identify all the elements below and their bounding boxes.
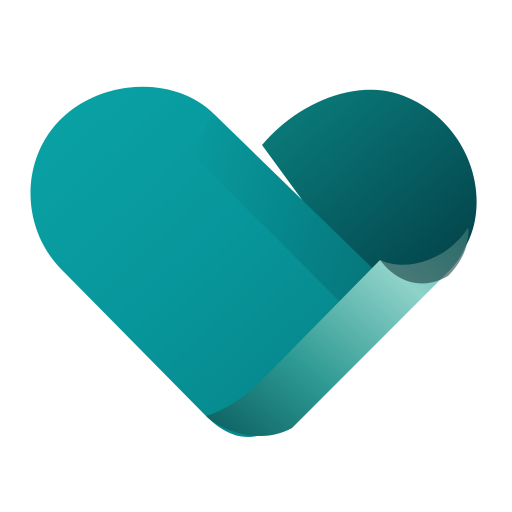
heart-logo-icon — [30, 86, 477, 438]
logo-canvas — [0, 0, 512, 512]
